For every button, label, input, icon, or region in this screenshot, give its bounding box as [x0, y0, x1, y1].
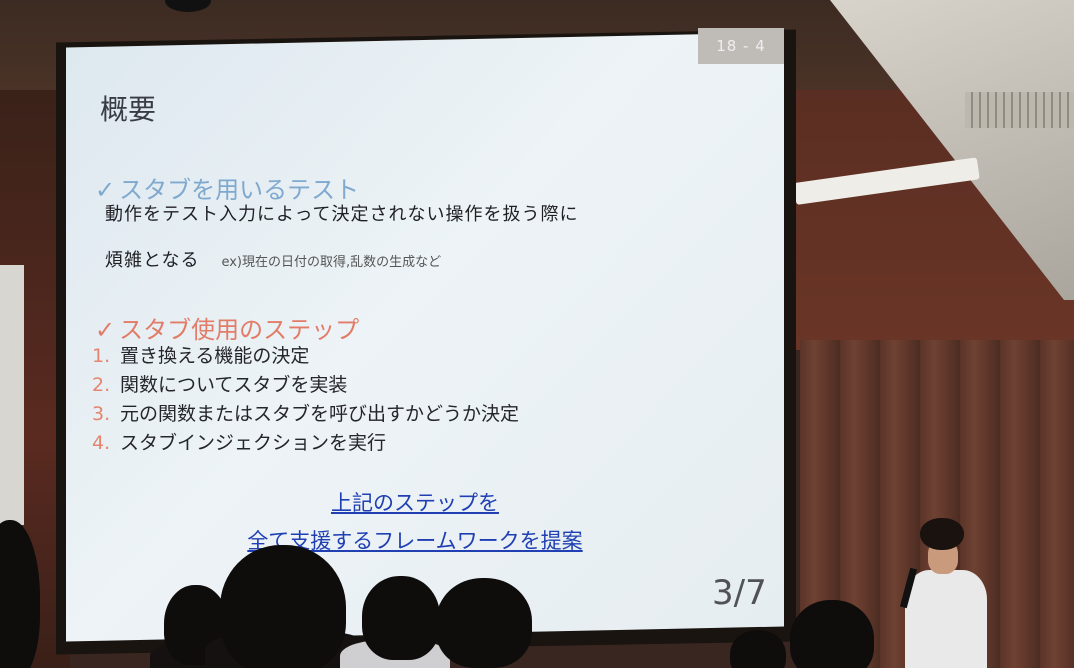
- audience-head: [730, 630, 786, 668]
- slide-title: 概要: [100, 93, 157, 126]
- audience-head: [436, 578, 532, 668]
- body-text: 煩雑となる: [105, 250, 200, 271]
- step-number: 2.: [92, 374, 111, 396]
- audience-head: [362, 576, 440, 660]
- example-text: ex)現在の日付の取得,乱数の生成など: [221, 255, 442, 270]
- step-item: 1. 置き換える機能の決定: [92, 342, 519, 371]
- audience-head: [790, 600, 874, 668]
- air-vent: [965, 92, 1074, 128]
- step-text: 関数についてスタブを実装: [120, 374, 348, 396]
- step-text: スタブインジェクションを実行: [120, 432, 387, 454]
- step-item: 4. スタブインジェクションを実行: [92, 429, 519, 458]
- step-list: 1. 置き換える機能の決定 2. 関数についてスタブを実装 3. 元の関数またはスタブ…: [92, 342, 519, 458]
- lecture-hall-scene: 18 - 4 概要 ✓ スタブを用いるテスト 動作をテスト入力によって決定されない…: [0, 0, 1074, 668]
- step-text: 元の関数またはスタブを呼び出すかどうか決定: [120, 403, 520, 425]
- left-wall-panel: [0, 265, 24, 525]
- body-text-line-1: 動作をテスト入力によって決定されない操作を扱う際に: [105, 204, 579, 225]
- step-item: 2. 関数についてスタブを実装: [92, 371, 519, 400]
- step-item: 3. 元の関数またはスタブを呼び出すかどうか決定: [92, 400, 519, 429]
- section-heading-stub-steps: ✓ スタブ使用のステップ: [95, 310, 359, 345]
- body-text-line-2: 煩雑となる ex)現在の日付の取得,乱数の生成など: [105, 246, 441, 272]
- step-number: 1.: [92, 345, 111, 367]
- speaker-body: [905, 570, 987, 668]
- slide-number-badge: 18 - 4: [698, 28, 784, 64]
- step-number: 3.: [92, 403, 111, 425]
- section-heading-text: スタブ使用のステップ: [119, 316, 360, 344]
- step-number: 4.: [92, 432, 111, 454]
- step-text: 置き換える機能の決定: [120, 345, 310, 367]
- proposal-line-1: 上記のステップを: [331, 491, 499, 515]
- audience-head: [220, 545, 346, 668]
- speaker-hair: [920, 518, 964, 550]
- page-indicator: 3/7: [712, 573, 767, 613]
- check-icon: ✓: [95, 316, 116, 344]
